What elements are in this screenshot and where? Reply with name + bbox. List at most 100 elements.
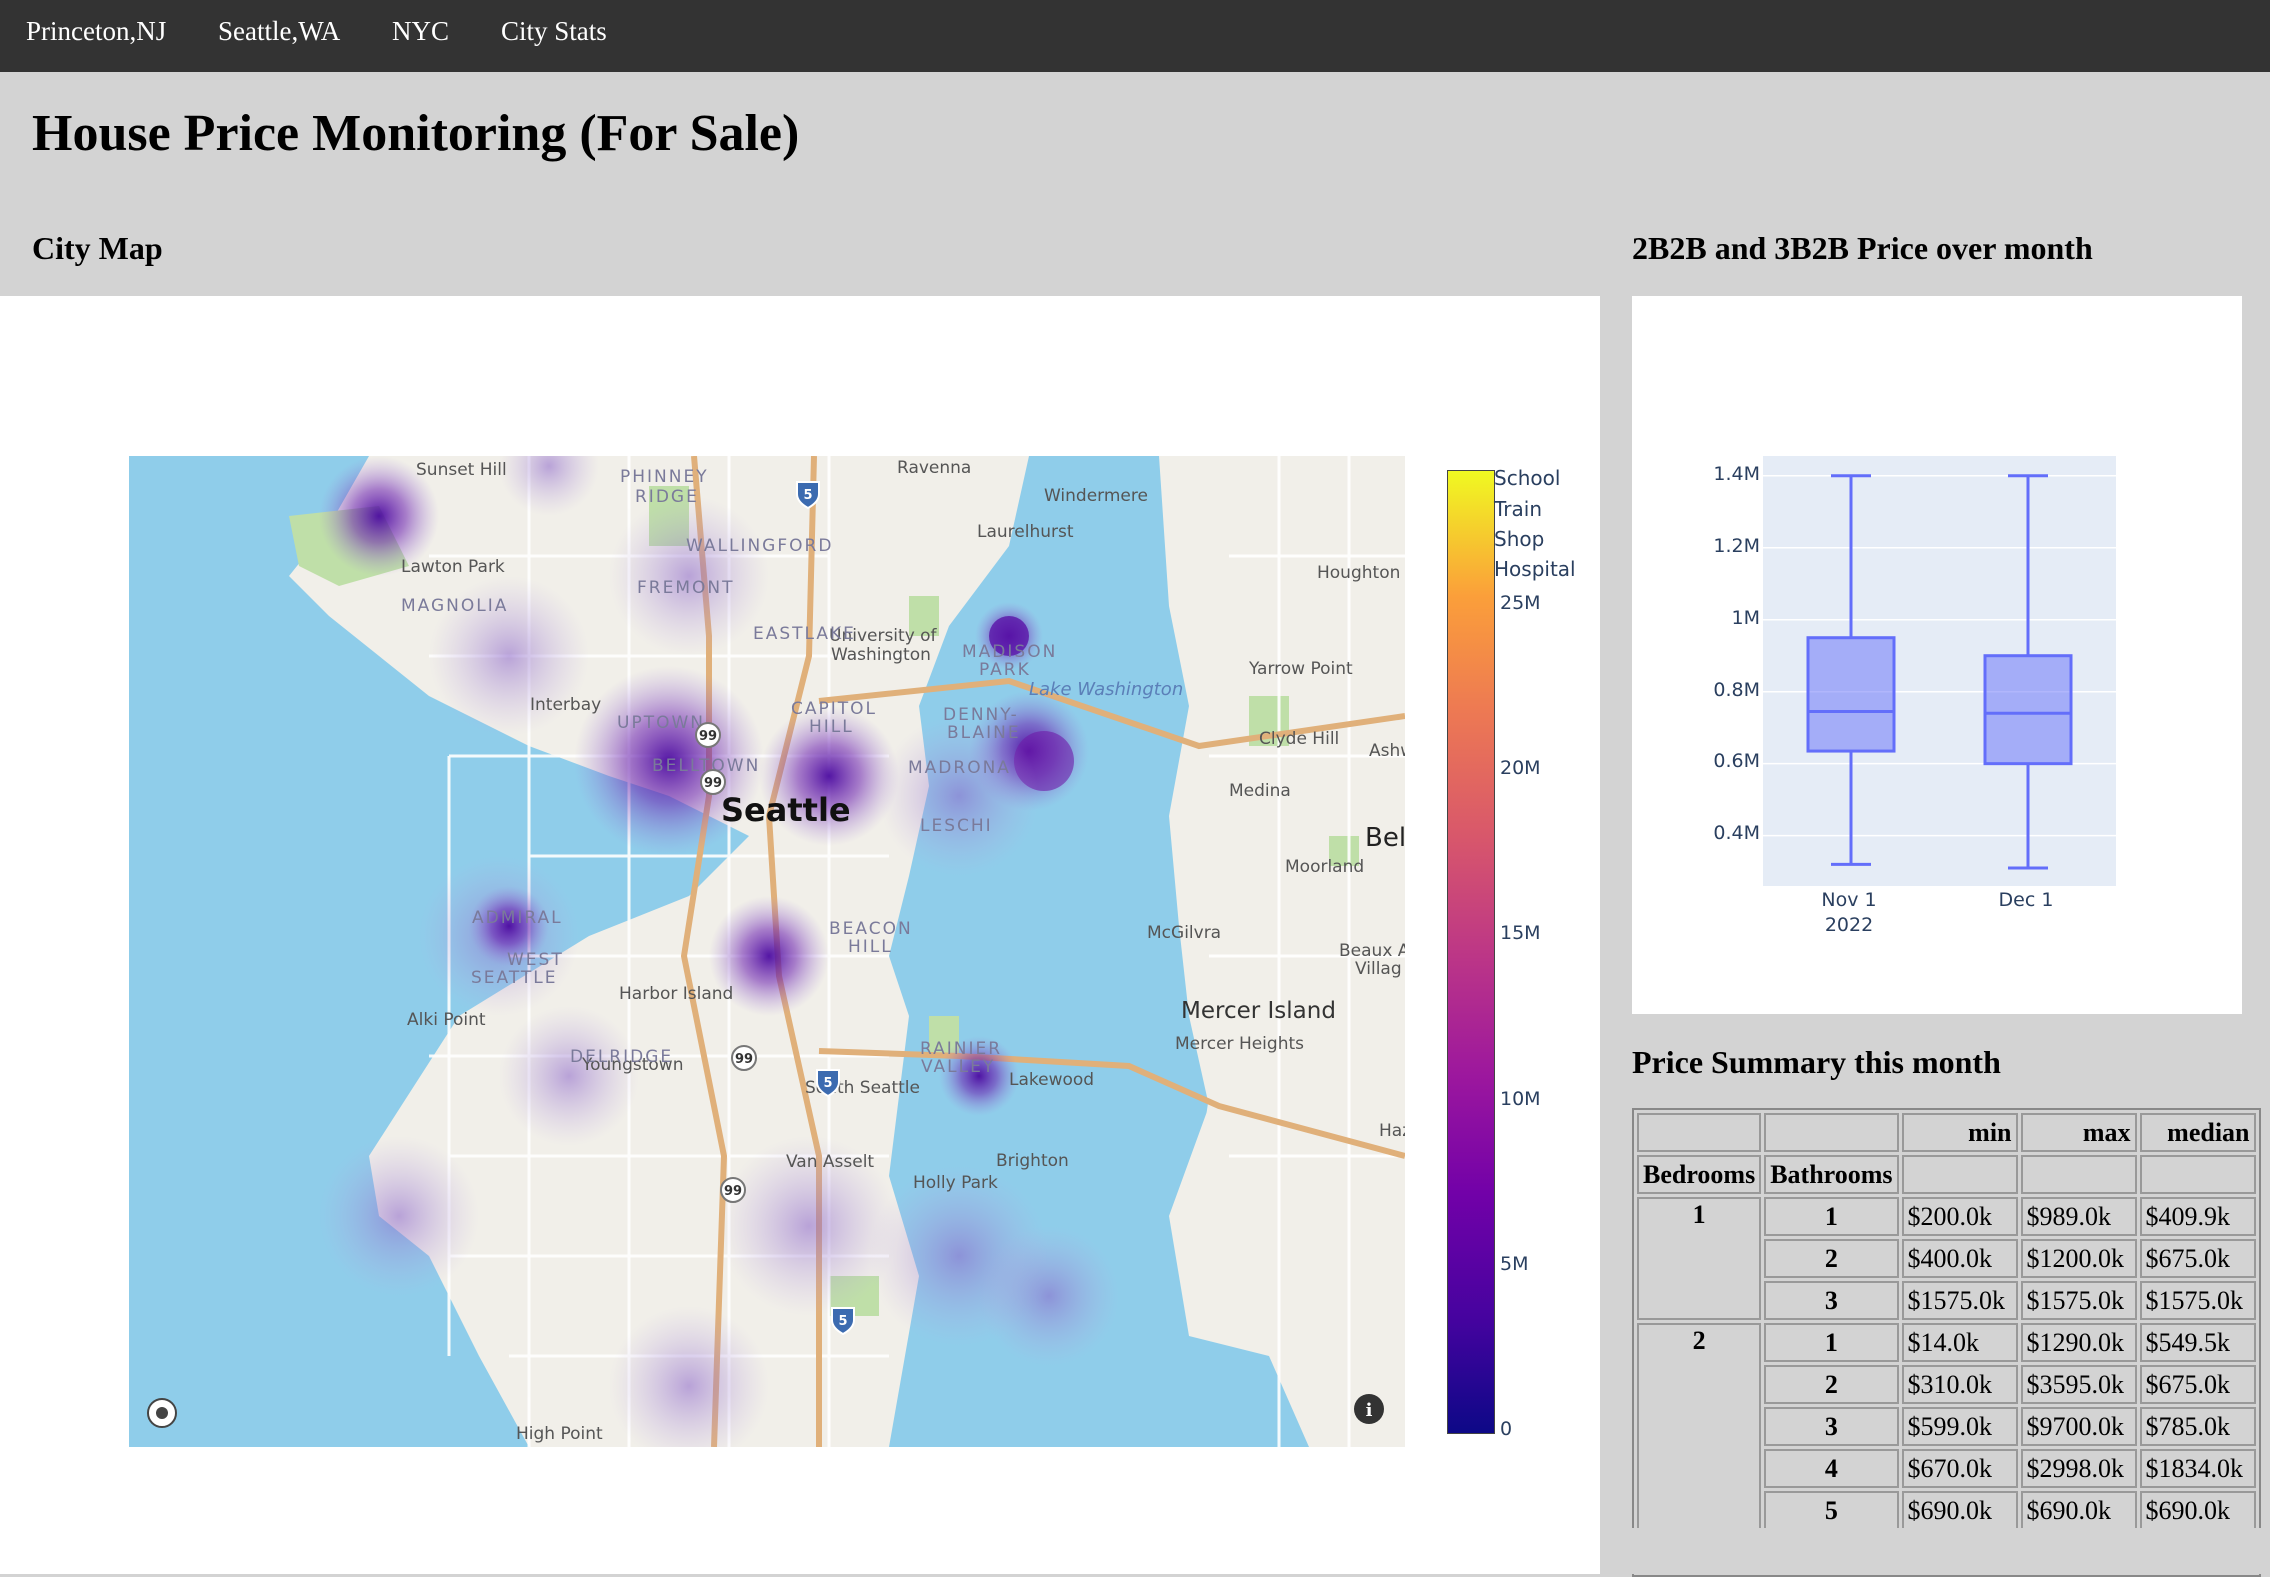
map-place: Lakewood xyxy=(1009,1070,1094,1090)
max-cell: $1200.0k xyxy=(2020,1239,2137,1278)
table-row: 1 1 $200.0k $989.0k $409.9k xyxy=(1637,1197,2256,1320)
shield-number: 5 xyxy=(803,488,812,503)
map-neighborhood: RIDGE xyxy=(635,487,699,507)
map-neighborhood: DELRIDGE xyxy=(570,1047,673,1067)
max-cell: $9700.0k xyxy=(2020,1407,2137,1446)
median-cell: $675.0k xyxy=(2139,1365,2256,1404)
legend-school: School xyxy=(1494,466,1561,490)
y-tick: 0.8M xyxy=(1713,679,1760,701)
row-header-bathrooms: Bathrooms xyxy=(1764,1155,1899,1194)
nav-princeton[interactable]: Princeton,NJ xyxy=(26,16,166,47)
shield-number: 99 xyxy=(704,776,722,791)
map-neighborhood: HILL xyxy=(809,717,854,737)
table-header-blank xyxy=(1637,1113,1762,1152)
highway-shield-icon: 99 xyxy=(700,769,726,795)
table-header-blank xyxy=(1901,1155,2018,1194)
bathrooms-cell: 1 xyxy=(1764,1323,1899,1362)
nav-city-stats[interactable]: City Stats xyxy=(501,16,607,47)
median-cell: $690.0k xyxy=(2139,1491,2256,1530)
map-neighborhood: BEACON xyxy=(829,919,913,939)
iqr-box xyxy=(1806,636,1896,753)
map-place: Yarrow Point xyxy=(1248,659,1353,679)
map-place: Windermere xyxy=(1044,486,1148,506)
max-cell: $989.0k xyxy=(2020,1197,2137,1236)
min-cell: $670.0k xyxy=(1901,1449,2018,1488)
colorbar-tick: 0 xyxy=(1500,1418,1513,1440)
row-header-bedrooms: Bedrooms xyxy=(1637,1155,1762,1194)
highway-shield-icon: 99 xyxy=(731,1045,757,1071)
legend-hospital: Hospital xyxy=(1494,557,1576,581)
map-place: Ravenna xyxy=(897,458,971,478)
column-header-median: median xyxy=(2139,1113,2256,1152)
map-neighborhood: DENNY- xyxy=(943,705,1019,725)
map-place: Alki Point xyxy=(407,1010,486,1030)
boxplot-svg xyxy=(1763,474,2116,870)
legend-train: Train xyxy=(1494,497,1542,521)
map-place: Van Asselt xyxy=(786,1152,874,1172)
table-header-row: min max median xyxy=(1637,1113,2256,1152)
bathrooms-cell: 2 xyxy=(1764,1239,1899,1278)
highway-shield-icon: 99 xyxy=(695,722,721,748)
map-place: Harbor Island xyxy=(619,984,733,1004)
map-place: Beaux A xyxy=(1339,941,1405,961)
map-place: Lake Washington xyxy=(1029,679,1183,700)
nav-seattle[interactable]: Seattle,WA xyxy=(218,16,340,47)
map-neighborhood: PHINNEY xyxy=(620,467,709,487)
map-logo-icon[interactable] xyxy=(147,1398,177,1428)
map-neighborhood: VALLEY xyxy=(921,1057,995,1077)
map-place: Houghton xyxy=(1317,563,1400,583)
iqr-box xyxy=(1983,654,2073,766)
map-place: Sunset Hill xyxy=(416,460,507,480)
max-cell: $3595.0k xyxy=(2020,1365,2137,1404)
map-place: Interbay xyxy=(530,695,601,715)
table-header-blank xyxy=(1764,1113,1899,1152)
shield-number: 99 xyxy=(699,729,717,744)
shield-number: 5 xyxy=(838,1314,847,1329)
map-place: Medina xyxy=(1229,781,1291,801)
map-graphic: Sunset Hill Ravenna Windermere Laurelhur… xyxy=(147,456,1405,1447)
max-cell: $2998.0k xyxy=(2020,1449,2137,1488)
bedrooms-cell: 1 xyxy=(1637,1197,1762,1320)
highway-shield-icon: 99 xyxy=(720,1177,746,1203)
bedrooms-cell: 2 xyxy=(1637,1323,1762,1530)
min-cell: $200.0k xyxy=(1901,1197,2018,1236)
y-tick: 0.6M xyxy=(1713,750,1760,772)
x-tick: Dec 1 xyxy=(1998,889,2054,911)
map-city-label: Seattle xyxy=(721,791,851,829)
bathrooms-cell: 3 xyxy=(1764,1281,1899,1320)
min-cell: $310.0k xyxy=(1901,1365,2018,1404)
max-cell: $690.0k xyxy=(2020,1491,2137,1530)
max-cell: $1575.0k xyxy=(2020,1281,2137,1320)
colorbar-tick: 25M xyxy=(1500,592,1541,614)
boxplot-heading: 2B2B and 3B2B Price over month xyxy=(1632,230,2093,266)
info-icon[interactable]: i xyxy=(1354,1394,1384,1424)
min-cell: $599.0k xyxy=(1901,1407,2018,1446)
bathrooms-cell: 2 xyxy=(1764,1365,1899,1404)
map-neighborhood: MAGNOLIA xyxy=(401,596,508,616)
colorbar xyxy=(1447,470,1495,1434)
nav-nyc[interactable]: NYC xyxy=(392,16,449,47)
table-index-row: Bedrooms Bathrooms xyxy=(1637,1155,2256,1194)
bathrooms-cell: 1 xyxy=(1764,1197,1899,1236)
y-tick: 0.4M xyxy=(1713,822,1760,844)
map-place: Clyde Hill xyxy=(1259,729,1339,749)
map-neighborhood: HILL xyxy=(848,937,893,957)
boxplot-plot-area[interactable] xyxy=(1763,456,2116,886)
table-body: 1 1 $200.0k $989.0k $409.9k 2 $400.0k $1200.0k $… xyxy=(1637,1197,2256,1572)
map-neighborhood: MADRONA xyxy=(908,758,1011,778)
map-place: High Point xyxy=(516,1424,603,1444)
map-neighborhood: CAPITOL xyxy=(791,699,877,719)
top-nav: Princeton,NJ Seattle,WA NYC City Stats xyxy=(0,0,2270,72)
median-cell: $549.5k xyxy=(2139,1323,2256,1362)
min-cell: $1575.0k xyxy=(1901,1281,2018,1320)
max-cell: $1290.0k xyxy=(2020,1323,2137,1362)
shield-number: 5 xyxy=(823,1076,832,1091)
colorbar-tick: 5M xyxy=(1500,1253,1529,1275)
map-neighborhood: PARK xyxy=(979,660,1031,680)
map-neighborhood: ADMIRAL xyxy=(472,908,563,928)
city-map[interactable]: Sunset Hill Ravenna Windermere Laurelhur… xyxy=(129,456,1405,1447)
map-heading: City Map xyxy=(32,230,163,266)
map-neighborhood: BLAINE xyxy=(947,723,1021,743)
bathrooms-cell: 4 xyxy=(1764,1449,1899,1488)
colorbar-tick: 20M xyxy=(1500,757,1541,779)
